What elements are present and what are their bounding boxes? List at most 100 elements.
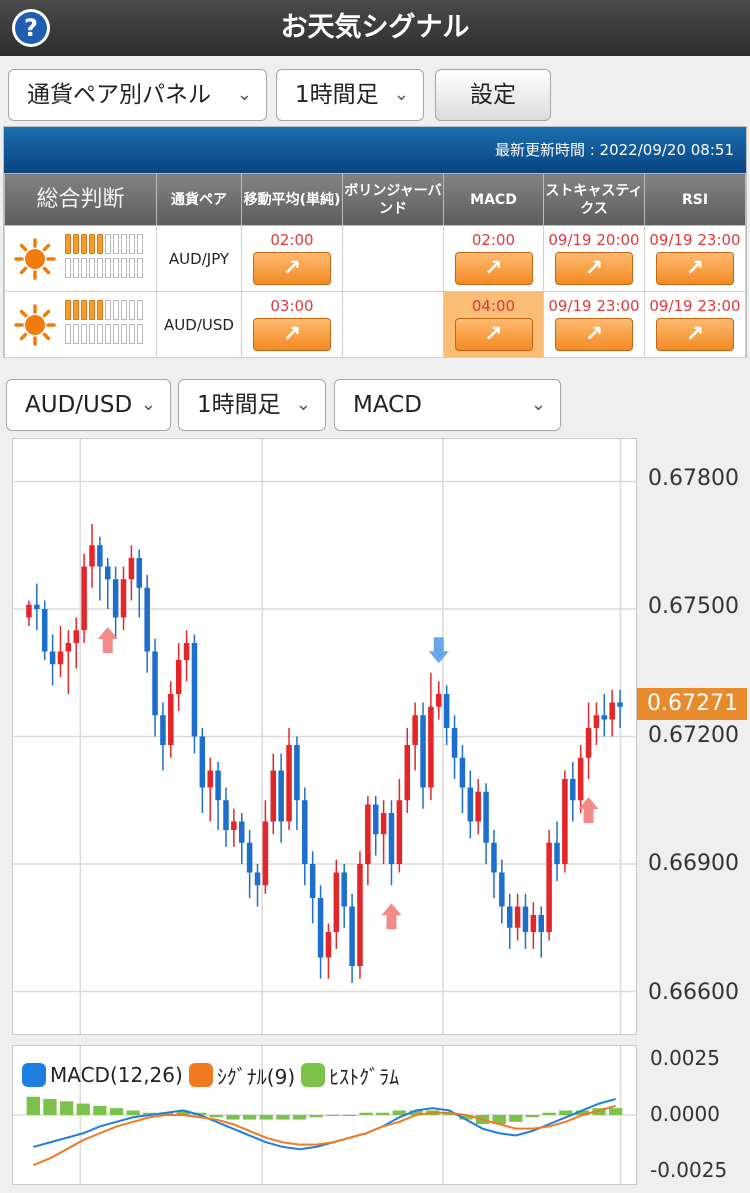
candle-body: [451, 728, 458, 758]
candle-body: [238, 821, 245, 843]
candle-body: [530, 915, 537, 932]
strength-segment: [73, 300, 79, 320]
y-tick-label: 0.0000: [650, 1102, 720, 1126]
candle-body: [380, 813, 387, 835]
candle-body: [89, 545, 95, 567]
macd-cell[interactable]: 04:00 ↗: [443, 291, 544, 358]
sun-icon: [14, 304, 56, 346]
strength-segment: [97, 258, 103, 278]
strength-segment: [137, 258, 143, 278]
candle-body: [506, 906, 513, 928]
strength-segment: [65, 234, 71, 254]
candle-body: [152, 651, 158, 716]
histogram-bar: [226, 1115, 240, 1120]
strength-segment: [129, 258, 135, 278]
arrow-up-right-icon[interactable]: ↗: [656, 318, 734, 351]
candle-body: [585, 728, 592, 758]
strength-segment: [89, 258, 95, 278]
price-chart[interactable]: [12, 438, 637, 1035]
sma-cell[interactable]: 03:00 ↗: [241, 291, 343, 358]
histogram-bar: [292, 1115, 307, 1120]
signal-arrow-down-icon: [428, 637, 449, 664]
signal-time: 09/19 20:00: [548, 231, 640, 249]
help-button[interactable]: ?: [12, 9, 50, 47]
settings-button[interactable]: 設定: [435, 69, 551, 121]
chevron-down-icon: ⌄: [140, 394, 156, 415]
histogram-bar: [609, 1108, 623, 1115]
signal-arrow-up-icon: [578, 797, 599, 823]
legend-item: ｼｸﾞﾅﾙ(9): [188, 1061, 295, 1090]
histogram-bar: [26, 1096, 40, 1115]
arrow-up-right-icon[interactable]: ↗: [253, 318, 331, 351]
arrow-up-right-icon[interactable]: ↗: [454, 252, 533, 285]
macd-cell[interactable]: 02:00 ↗: [443, 225, 544, 292]
arrow-up-right-icon[interactable]: ↗: [555, 318, 633, 351]
rsi-cell[interactable]: 09/19 23:00 ↗: [644, 291, 746, 358]
table-row[interactable]: AUD/JPY 02:00 ↗ 02:00 ↗ 09/19 20:00 ↗ 09/19…: [4, 225, 746, 292]
candle-body: [246, 842, 253, 873]
histogram-bar: [76, 1103, 90, 1115]
histogram-bar: [93, 1105, 107, 1115]
candle-body: [65, 643, 72, 652]
candle-body: [262, 821, 269, 886]
strength-segment: [73, 258, 79, 278]
candle-body: [223, 800, 229, 830]
signal-time: 02:00: [270, 231, 314, 249]
chart-pair-select[interactable]: AUD/USD ⌄: [6, 379, 171, 431]
rsi-cell[interactable]: 09/19 23:00 ↗: [644, 225, 746, 292]
pair-cell: AUD/USD: [156, 291, 242, 358]
candle-body: [207, 770, 213, 788]
stochastics-cell[interactable]: 09/19 23:00 ↗: [543, 291, 645, 358]
candle-body: [577, 757, 584, 801]
candle-body: [396, 800, 403, 864]
strength-segment: [113, 324, 119, 344]
header-bollinger: ボリンジャーバンド: [342, 173, 444, 226]
y-tick-label: -0.0025: [650, 1158, 728, 1182]
arrow-up-right-icon[interactable]: ↗: [454, 318, 533, 351]
candle-body: [365, 804, 371, 864]
legend-swatch: [301, 1063, 326, 1087]
panel-select[interactable]: 通貨ペア別パネル ⌄: [8, 69, 267, 121]
strength-segment: [89, 300, 95, 320]
strength-segment: [105, 234, 111, 254]
candle-body: [522, 906, 529, 932]
y-tick-label: 0.66900: [648, 851, 739, 876]
arrow-up-right-icon[interactable]: ↗: [555, 252, 633, 285]
sma-cell[interactable]: 02:00 ↗: [241, 225, 343, 292]
candle-body: [26, 604, 32, 618]
candle-body: [538, 915, 545, 932]
histogram-bar: [242, 1115, 257, 1120]
chevron-down-icon: ⌄: [236, 84, 252, 105]
candle-body: [546, 842, 552, 932]
update-time: 最新更新時間 : 2022/09/20 08:51: [4, 127, 746, 173]
indicator-select[interactable]: MACD ⌄: [334, 379, 561, 431]
timeframe-select[interactable]: 1時間足 ⌄: [276, 69, 424, 121]
chart-timeframe-select[interactable]: 1時間足 ⌄: [178, 379, 326, 431]
strength-segment: [65, 258, 71, 278]
histogram-bar: [276, 1115, 290, 1120]
arrow-up-right-icon[interactable]: ↗: [656, 252, 734, 285]
candle-body: [601, 715, 608, 720]
histogram-bar: [109, 1108, 124, 1115]
signal-time: 09/19 23:00: [649, 231, 741, 249]
candle-body: [428, 706, 434, 788]
candle-body: [191, 643, 198, 737]
signal-arrow-up-icon: [381, 903, 402, 930]
candle-body: [357, 864, 363, 966]
table-row[interactable]: AUD/USD 03:00 ↗ 04:00 ↗ 09/19 23:00 ↗ 09/19…: [4, 291, 746, 358]
arrow-up-right-icon[interactable]: ↗: [253, 252, 331, 285]
candle-body: [333, 872, 340, 932]
histogram-bar: [509, 1115, 523, 1122]
candle-body: [388, 813, 395, 864]
strength-segment: [65, 300, 71, 320]
stochastics-cell[interactable]: 09/19 20:00 ↗: [543, 225, 645, 292]
signal-time: 09/19 23:00: [649, 297, 741, 315]
candle-body: [104, 566, 111, 580]
legend-swatch: [22, 1063, 46, 1087]
histogram-bar: [126, 1110, 140, 1115]
strength-segment: [89, 324, 95, 344]
y-tick-label: 0.66600: [648, 980, 739, 1005]
candle-body: [593, 715, 600, 728]
candle-body: [554, 842, 560, 864]
chart-timeframe-value: 1時間足: [197, 392, 281, 418]
